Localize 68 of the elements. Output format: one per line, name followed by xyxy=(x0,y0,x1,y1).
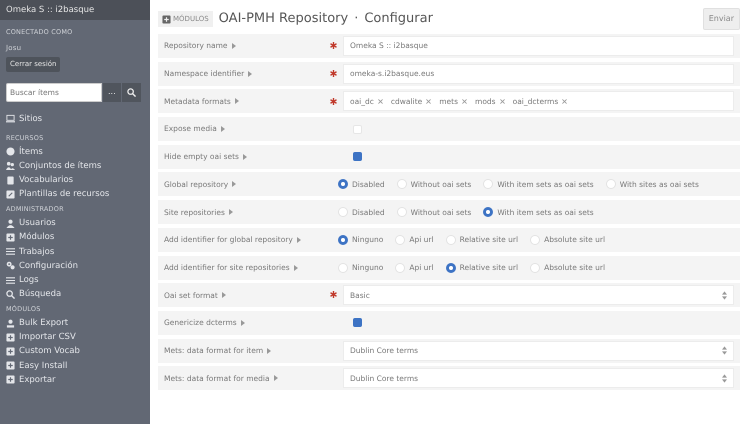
user-icon xyxy=(6,218,15,228)
info-caret-icon[interactable] xyxy=(296,236,301,243)
sidebar-item[interactable]: Plantillas de recursos xyxy=(19,189,110,200)
gears-icon xyxy=(6,261,15,270)
info-caret-icon[interactable] xyxy=(232,181,236,188)
sidebar-item[interactable]: Conjuntos de ítems xyxy=(19,160,102,172)
checkbox[interactable] xyxy=(353,318,362,328)
remove-tag-icon[interactable] xyxy=(426,98,432,104)
radio-button[interactable] xyxy=(338,234,348,245)
info-caret-icon[interactable] xyxy=(274,375,278,382)
sidebar-item[interactable]: Logs xyxy=(19,274,39,286)
search-button[interactable] xyxy=(122,82,141,102)
info-caret-icon[interactable] xyxy=(232,43,236,49)
select-arrows-icon xyxy=(722,374,727,383)
sidebar-item[interactable]: Vocabularios xyxy=(19,175,74,186)
sidebar-item[interactable]: Búsqueda xyxy=(19,289,62,300)
plus-square-icon xyxy=(6,375,15,384)
plus-square-icon xyxy=(6,232,15,242)
radio-button[interactable] xyxy=(446,262,456,272)
select-arrows-icon xyxy=(722,290,727,300)
page-subtitle: Configurar xyxy=(364,10,433,28)
plus-square-icon xyxy=(162,14,171,24)
submit-button[interactable]: Enviar xyxy=(702,8,740,30)
site-title: Omeka S :: i2basque xyxy=(0,0,150,20)
plus-square-icon xyxy=(6,347,15,356)
radio-button[interactable] xyxy=(338,179,348,190)
info-caret-icon[interactable] xyxy=(228,209,233,216)
select-arrows-icon xyxy=(722,346,727,355)
list-icon xyxy=(6,276,15,285)
info-caret-icon[interactable] xyxy=(240,320,245,326)
plus-square-icon xyxy=(6,361,15,370)
sidebar-item[interactable]: Importar CSV xyxy=(19,332,76,342)
options-button[interactable]: ... xyxy=(103,82,121,102)
sidebar-item[interactable]: Configuración xyxy=(19,260,78,271)
sidebar-item[interactable]: Easy Install xyxy=(19,360,68,371)
list-icon xyxy=(6,247,15,256)
sidebar-item[interactable]: Exportar xyxy=(19,374,56,385)
info-caret-icon[interactable] xyxy=(267,348,272,354)
remove-tag-icon[interactable] xyxy=(378,98,383,104)
title-separator: · xyxy=(354,10,358,28)
search-icon xyxy=(6,290,15,299)
info-caret-icon[interactable] xyxy=(220,126,225,132)
info-caret-icon[interactable] xyxy=(294,264,298,270)
search-icon xyxy=(126,88,136,97)
people-icon xyxy=(6,161,15,170)
radio-button[interactable] xyxy=(483,207,494,218)
remove-tag-icon[interactable] xyxy=(462,98,468,104)
plus-square-icon xyxy=(6,332,15,342)
checkbox[interactable] xyxy=(353,152,362,162)
info-caret-icon[interactable] xyxy=(248,70,252,77)
globe-icon xyxy=(6,147,15,156)
sidebar-item[interactable]: Sitios xyxy=(19,114,42,124)
sidebar-item[interactable]: Módulos xyxy=(19,232,54,243)
square-icon xyxy=(6,190,15,199)
info-caret-icon[interactable] xyxy=(234,98,239,104)
remove-tag-icon[interactable] xyxy=(500,98,505,104)
sidebar-item[interactable]: Custom Vocab xyxy=(19,346,80,357)
info-caret-icon[interactable] xyxy=(242,154,247,160)
sidebar-item[interactable]: Usuarios xyxy=(19,218,56,228)
info-caret-icon[interactable] xyxy=(222,292,226,298)
page-title: OAI-PMH Repository xyxy=(218,10,348,28)
sidebar-item[interactable]: Trabajos xyxy=(19,246,54,257)
download-icon xyxy=(6,318,15,328)
book-icon xyxy=(6,176,15,185)
remove-tag-icon[interactable] xyxy=(562,98,568,104)
sidebar-item[interactable]: Ítems xyxy=(19,146,43,157)
sidebar-item[interactable]: Bulk Export xyxy=(19,318,68,328)
monitor-icon xyxy=(6,114,15,124)
